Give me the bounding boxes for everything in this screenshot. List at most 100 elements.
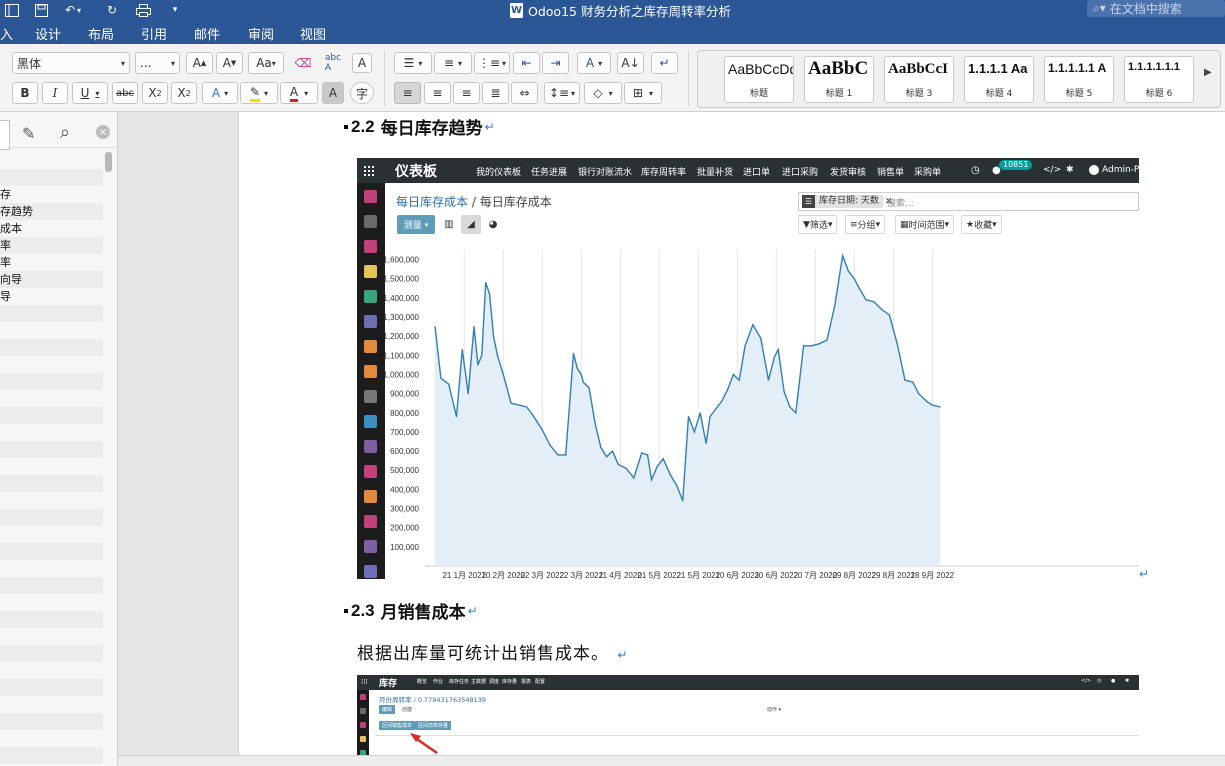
superscript-button[interactable]: X2 <box>171 82 197 104</box>
x-tick-label: 30 6月 2022 <box>754 571 798 579</box>
style-heading-1[interactable]: AaBbC 标题 1 <box>804 56 874 103</box>
text-direction-button[interactable]: A ▾ <box>577 52 611 74</box>
data-point <box>473 326 475 328</box>
close-icon[interactable]: × <box>96 125 110 139</box>
multilevel-list-button[interactable]: ⋮≡ ▾ <box>474 52 510 74</box>
borders-button[interactable]: ⊞ ▾ <box>624 82 662 104</box>
tab-layout[interactable]: 布局 <box>88 24 114 43</box>
style-heading-3[interactable]: AaBbCcI 标题 3 <box>884 56 954 103</box>
change-case-button[interactable]: Aa ▾ <box>248 52 284 74</box>
x-tick-label: 01 5月 2022 <box>637 571 681 579</box>
print-icon[interactable] <box>134 1 152 19</box>
numbering-button[interactable]: ≡ ▾ <box>434 52 472 74</box>
data-point <box>853 278 855 280</box>
data-point <box>676 485 678 487</box>
style-heading-5[interactable]: 1.1.1.1.1 A 标题 5 <box>1044 56 1114 103</box>
list-item <box>0 322 103 339</box>
tab-review[interactable]: 审阅 <box>248 24 274 43</box>
styles-more-icon[interactable]: ▶ <box>1204 67 1212 78</box>
list-item <box>0 509 103 526</box>
list-item <box>0 339 103 356</box>
line-spacing-button[interactable]: ↕≡ ▾ <box>544 82 580 104</box>
tab-design[interactable]: 设计 <box>35 24 61 43</box>
font-name-select[interactable]: 黑体 ▾ <box>12 52 130 74</box>
data-point <box>641 452 643 454</box>
redo-icon[interactable]: ↻ <box>104 1 120 19</box>
italic-button[interactable]: I <box>42 82 68 104</box>
data-point <box>925 400 928 402</box>
show-marks-button[interactable]: ↵ <box>651 52 678 74</box>
x-tick-label: 02 3月 2022 <box>520 571 564 579</box>
align-right-button[interactable]: ≡ <box>453 82 480 104</box>
heading-text: 每日库存趋势 <box>380 119 483 139</box>
list-item <box>0 747 103 764</box>
bullets-button[interactable]: ☰ ▾ <box>394 52 432 74</box>
char-border-button[interactable]: A <box>352 53 372 73</box>
x-tick-label: 10 2月 2022 <box>481 571 525 579</box>
style-title[interactable]: AaBbCcDd 标题 <box>724 56 794 103</box>
data-point <box>557 454 559 456</box>
justify-button[interactable]: ≣ <box>482 82 509 104</box>
sort-button[interactable]: A↓ <box>617 52 644 74</box>
enclose-char-button[interactable]: 字 <box>350 82 374 104</box>
tab-insert[interactable]: 入 <box>0 24 13 43</box>
tab-references[interactable]: 引用 <box>141 24 167 43</box>
distributed-button[interactable]: ⇔ <box>511 82 538 104</box>
nav-item[interactable]: 率 <box>0 237 103 254</box>
sidebar-toggle-icon[interactable] <box>4 1 20 19</box>
nav-item[interactable]: 存 <box>0 186 103 203</box>
headings-view-icon[interactable]: ✎ <box>22 124 35 143</box>
paragraph-mark-icon: ↵ <box>1139 567 1150 581</box>
nav-item[interactable]: 率 <box>0 254 103 271</box>
bold-button[interactable]: B <box>12 82 38 104</box>
phonetic-guide-icon[interactable]: abc A <box>320 52 346 74</box>
data-point <box>617 463 619 466</box>
data-point <box>502 373 504 376</box>
subscript-button[interactable]: X2 <box>142 82 168 104</box>
nav-scrollbar[interactable] <box>105 152 112 172</box>
tab-mailings[interactable]: 邮件 <box>194 24 220 43</box>
font-color-button[interactable]: A ▾ <box>280 82 318 104</box>
shading-button[interactable]: ◇ ▾ <box>584 82 622 104</box>
nav-item[interactable]: 存趋势 <box>0 203 103 220</box>
data-point <box>594 421 596 423</box>
align-left-button[interactable]: ≡ <box>394 82 421 104</box>
shrink-font-button[interactable]: A ▼ <box>216 52 243 74</box>
align-center-button[interactable]: ≡ <box>424 82 451 104</box>
data-point <box>726 389 729 391</box>
title-bar: ↶ ▾ ↻ ▾ W Odoo15 财务分析之库存周转率分析 ⌕▾ 在文档中搜索 <box>0 0 1225 20</box>
data-point <box>865 299 867 301</box>
grow-font-button[interactable]: A ▲ <box>186 52 213 74</box>
data-point <box>857 285 859 287</box>
y-tick-label: 300,000 <box>390 505 419 514</box>
font-size-select[interactable]: ... ▾ <box>135 52 180 74</box>
y-tick-label: 1,600,000 <box>383 256 419 265</box>
tab-view[interactable]: 视图 <box>300 24 326 43</box>
customize-toolbar-icon[interactable]: ▾ <box>168 1 182 19</box>
increase-indent-button[interactable]: ⇥ <box>542 52 569 74</box>
highlight-button[interactable]: ✎ ▾ <box>240 82 278 104</box>
divider <box>375 735 1139 736</box>
style-name: 标题 5 <box>1065 89 1093 99</box>
search-icon[interactable]: ⌕ <box>60 122 70 143</box>
strikethrough-button[interactable]: abc <box>112 82 138 104</box>
clear-format-icon[interactable]: ⌫ <box>290 52 316 74</box>
nav-pane-tab[interactable] <box>0 120 10 150</box>
text-effects-button[interactable]: A ▾ <box>202 82 238 104</box>
decrease-indent-button[interactable]: ⇤ <box>513 52 540 74</box>
navigation-pane: ✎ ⌕ × 存 存趋势 成本 率 率 向导 导 <box>0 112 118 766</box>
nav-item[interactable]: 成本 <box>0 220 103 237</box>
style-heading-6[interactable]: 1.1.1.1.1.1 标题 6 <box>1124 56 1194 103</box>
list-item <box>0 356 103 373</box>
search-document-input[interactable]: ⌕▾ 在文档中搜索 <box>1087 0 1225 17</box>
undo-icon[interactable]: ↶ ▾ <box>62 1 84 19</box>
nav-item[interactable]: 导 <box>0 288 103 305</box>
data-point <box>732 373 734 376</box>
underline-button[interactable]: U ▾ <box>72 82 108 104</box>
char-shading-button[interactable]: A <box>322 82 344 104</box>
nav-item[interactable]: 向导 <box>0 271 103 288</box>
data-point <box>738 379 740 381</box>
list-item <box>0 373 103 390</box>
style-heading-4[interactable]: 1.1.1.1 Aa 标题 4 <box>964 56 1034 103</box>
save-icon[interactable] <box>33 1 49 19</box>
